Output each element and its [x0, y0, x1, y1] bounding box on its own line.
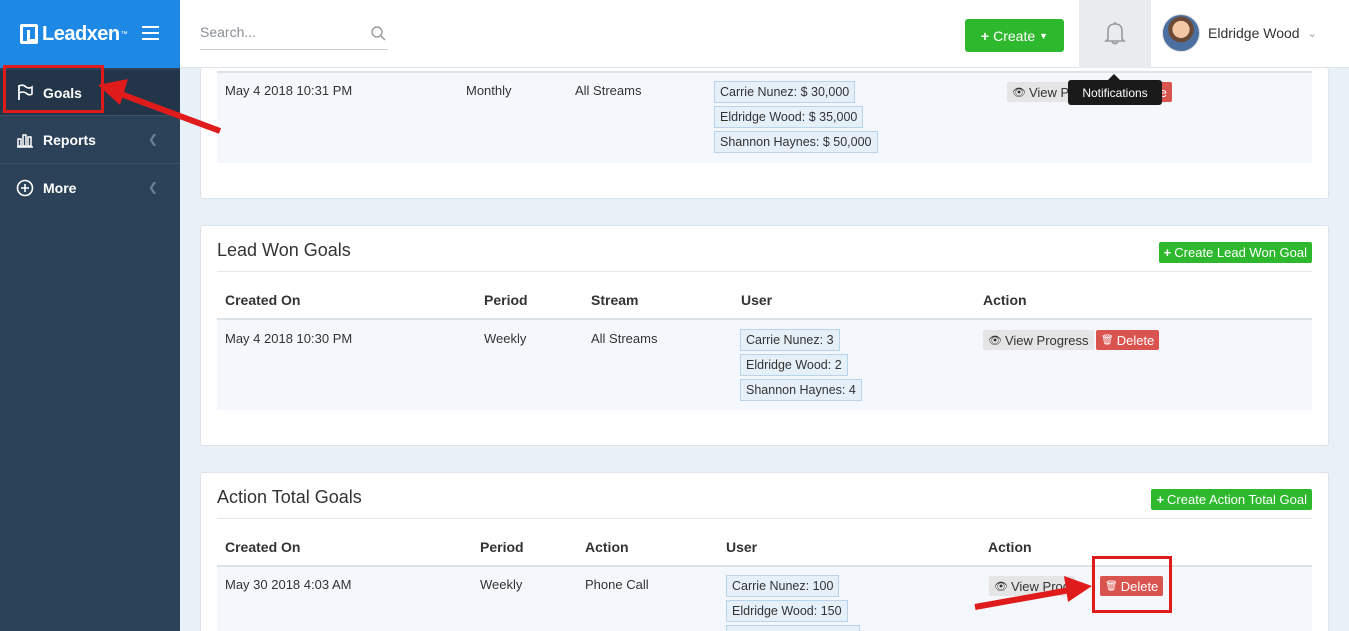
cell-created-on: May 4 2018 10:30 PM: [225, 331, 353, 346]
sidebar-item-more[interactable]: More ❮: [0, 164, 180, 212]
hamburger-menu-icon[interactable]: [142, 26, 159, 40]
bar-chart-icon: [16, 131, 34, 149]
user-name: Eldridge Wood: [1208, 25, 1300, 41]
eye-icon: 👁: [1012, 86, 1026, 99]
eye-icon: 👁: [988, 334, 1002, 347]
view-progress-label: View Prog: [1010, 578, 1070, 594]
column-header: Action: [983, 292, 1027, 308]
create-action-total-goal-label: Create Action Total Goal: [1167, 492, 1307, 507]
sidebar-item-reports[interactable]: Reports ❮: [0, 116, 180, 164]
brand-name[interactable]: Leadxen: [42, 23, 120, 46]
column-header: Action: [585, 539, 629, 555]
card-title: Action Total Goals: [217, 487, 362, 507]
column-header: Created On: [225, 539, 301, 555]
topbar: + Create ▼ Eldridge Wood ⌄: [180, 0, 1349, 68]
caret-down-icon: ▼: [1039, 30, 1049, 41]
user-tag: Eldridge Wood: $ 35,000: [714, 106, 864, 128]
chevron-down-icon: ⌄: [1307, 27, 1317, 40]
search-icon[interactable]: [371, 26, 386, 44]
card-title: Lead Won Goals: [217, 240, 351, 260]
delete-label: Delete: [1116, 332, 1155, 348]
column-header: Period: [480, 539, 524, 555]
bell-icon: [1104, 21, 1126, 48]
user-tag: Carrie Nunez: 3: [740, 329, 840, 351]
cell-created-on: May 30 2018 4:03 AM: [225, 577, 352, 592]
brand-header: Leadxen ™: [0, 0, 180, 68]
trash-icon: 🗑: [1101, 334, 1114, 346]
user-menu[interactable]: Eldridge Wood ⌄: [1162, 14, 1317, 52]
chevron-left-icon: ❮: [147, 132, 158, 146]
view-progress-button[interactable]: 👁 View Progress: [983, 330, 1094, 350]
leadxen-logo-icon: [20, 24, 38, 44]
sidebar-item-label: Reports: [43, 131, 96, 148]
create-button[interactable]: + Create ▼: [965, 19, 1064, 52]
create-action-total-goal-button[interactable]: + Create Action Total Goal: [1151, 489, 1312, 510]
brand-tm: ™: [120, 30, 128, 38]
create-lead-won-goal-label: Create Lead Won Goal: [1174, 245, 1307, 260]
column-header: Stream: [591, 292, 639, 308]
cell-period: Monthly: [466, 83, 512, 98]
user-tag: Shannon Haynes: $ 50,000: [714, 131, 878, 153]
chevron-left-icon: ❮: [147, 180, 158, 194]
view-progress-button[interactable]: 👁 View Prog: [989, 576, 1075, 596]
notifications-button[interactable]: [1079, 0, 1151, 68]
view-progress-label: View Progress: [1004, 332, 1089, 348]
notifications-tooltip: Notifications: [1068, 74, 1162, 105]
create-button-label: Create: [993, 27, 1036, 44]
cell-action: Phone Call: [585, 577, 649, 592]
cell-stream: All Streams: [575, 83, 642, 98]
avatar: [1162, 14, 1200, 52]
eye-icon: 👁: [994, 580, 1008, 593]
divider: [217, 271, 1312, 272]
column-header: User: [726, 539, 758, 555]
user-tag: Carrie Nunez: $ 30,000: [714, 81, 856, 103]
column-header: User: [741, 292, 773, 308]
user-tag: Eldridge Wood: 150: [726, 600, 848, 622]
cell-stream: All Streams: [591, 331, 658, 346]
annotation-box-goals: [3, 65, 104, 113]
user-tag: Shannon Haynes: 4: [740, 379, 862, 401]
cell-created-on: May 4 2018 10:31 PM: [225, 83, 353, 98]
plus-icon: +: [980, 27, 990, 44]
column-header: Period: [484, 292, 528, 308]
user-tag: Eldridge Wood: 2: [740, 354, 848, 376]
user-tag: Carrie Nunez: 100: [726, 575, 840, 597]
annotation-box-delete: [1092, 556, 1172, 613]
create-lead-won-goal-button[interactable]: + Create Lead Won Goal: [1158, 242, 1312, 263]
search-input[interactable]: [200, 18, 360, 40]
cell-period: Weekly: [484, 331, 527, 346]
column-header: Created On: [225, 292, 301, 308]
lead-won-goals-card: Lead Won Goals + Create Lead Won Goal Cr…: [200, 225, 1329, 446]
search-box: [200, 18, 388, 50]
plus-icon: +: [1163, 245, 1172, 260]
cell-period: Weekly: [480, 577, 523, 592]
divider: [217, 518, 1312, 519]
delete-button[interactable]: 🗑 Delete: [1096, 330, 1160, 350]
column-header: Action: [988, 539, 1032, 555]
user-tag-partial: [726, 625, 860, 631]
plus-icon: +: [1156, 492, 1165, 507]
sidebar-item-label: More: [43, 180, 77, 196]
plus-circle-icon: [16, 179, 34, 197]
